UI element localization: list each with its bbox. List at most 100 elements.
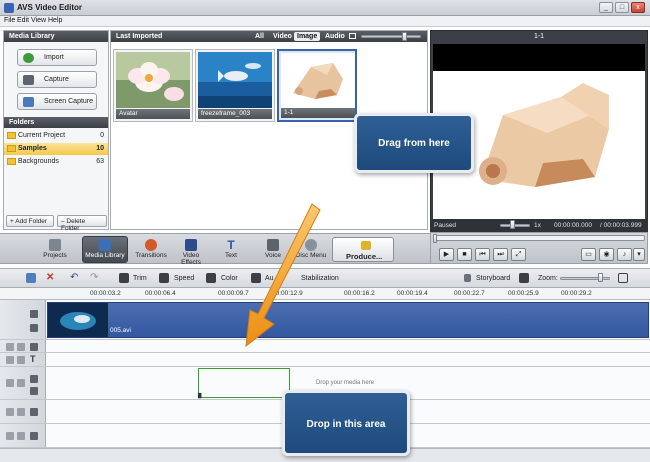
ruler-tick: 00:00:29.2 xyxy=(561,290,592,297)
play-button[interactable]: ▶ xyxy=(439,248,454,261)
media-library-button[interactable]: Media Library xyxy=(82,236,128,263)
avatar-thumbnail xyxy=(116,52,190,108)
playback-status: Paused xyxy=(434,222,457,229)
video-effects-button[interactable]: Video Effects xyxy=(172,236,210,266)
effects-icon xyxy=(185,239,197,251)
speed-button[interactable]: Speed xyxy=(174,275,194,282)
import-button[interactable]: Import xyxy=(17,49,97,66)
maximize-button[interactable]: □ xyxy=(615,2,629,13)
thumb-size-slider[interactable] xyxy=(361,35,421,38)
freezeframe-thumbnail xyxy=(198,52,272,108)
seek-handle[interactable] xyxy=(433,234,437,243)
fullscreen-button[interactable]: ⤢ xyxy=(511,248,526,261)
stop-button[interactable]: ■ xyxy=(457,248,472,261)
trim-button[interactable]: Trim xyxy=(133,275,147,282)
minimize-button[interactable]: _ xyxy=(599,2,613,13)
next-frame-button[interactable]: ⏭ xyxy=(493,248,508,261)
filter-video[interactable]: Video xyxy=(273,33,292,40)
screen-capture-label: Screen Capture xyxy=(44,98,94,105)
delete-icon[interactable]: ✕ xyxy=(46,273,56,283)
undo-icon[interactable]: ↶ xyxy=(70,273,80,283)
clip-label: 005.avi xyxy=(110,327,131,334)
transitions-label: Transitions xyxy=(135,252,167,259)
letterbox-top xyxy=(433,44,645,71)
zoom-label: Zoom: xyxy=(538,275,558,282)
menu-bar: File Edit View Help xyxy=(0,16,650,27)
eye-icon[interactable] xyxy=(6,343,14,351)
music-track-header xyxy=(0,424,46,447)
text-track-icon: T xyxy=(30,354,36,364)
view-icon[interactable] xyxy=(349,33,356,39)
drop-target-box[interactable] xyxy=(198,368,290,398)
timeline-view-icon[interactable] xyxy=(26,273,36,283)
folder-current-project[interactable]: Current Project 0 xyxy=(4,130,108,142)
add-folder-button[interactable]: + Add Folder xyxy=(6,215,54,227)
eye-icon[interactable] xyxy=(6,408,14,416)
transitions-button[interactable]: Transitions xyxy=(132,236,170,263)
media-item-label: freezeframe_003 xyxy=(198,109,272,119)
eye-icon[interactable] xyxy=(6,356,14,364)
lock-icon[interactable] xyxy=(17,432,25,440)
monitor-icon xyxy=(23,97,34,107)
media-item-label: Avatar xyxy=(116,109,190,119)
film-icon xyxy=(99,239,111,251)
menu-file[interactable]: File xyxy=(4,17,15,24)
effects-track-header xyxy=(0,340,46,352)
redo-icon[interactable]: ↷ xyxy=(90,273,100,283)
speed-value: 1x xyxy=(534,222,541,229)
playback-controls: ▶ ■ ⏮ ⏭ ⤢ ▭ ◉ ♪ ▾ xyxy=(430,232,648,264)
seek-bar[interactable] xyxy=(433,235,645,241)
storyboard-button[interactable]: Storyboard xyxy=(476,275,510,282)
folder-icon xyxy=(7,158,16,165)
window-title: AVS Video Editor xyxy=(17,3,83,12)
eye-icon[interactable] xyxy=(6,432,14,440)
ruler-tick: 00:00:22.7 xyxy=(454,290,485,297)
filter-audio[interactable]: Audio xyxy=(325,33,345,40)
media-item-1-1[interactable]: 1-1 xyxy=(277,49,357,122)
menu-help[interactable]: Help xyxy=(48,17,62,24)
trim-icon xyxy=(119,273,129,283)
filter-all[interactable]: All xyxy=(255,33,264,40)
music-track-icon xyxy=(30,432,38,440)
plus-icon xyxy=(23,53,34,63)
ruler-tick: 00:00:19.4 xyxy=(397,290,428,297)
folder-samples[interactable]: Samples 10 xyxy=(4,143,108,155)
thumb-size-handle[interactable] xyxy=(402,32,407,41)
close-button[interactable]: x xyxy=(631,2,645,13)
lock-icon[interactable] xyxy=(17,379,25,387)
text-track-header: T xyxy=(0,353,46,366)
zoom-handle[interactable] xyxy=(598,273,603,282)
title-bar: AVS Video Editor _ □ x xyxy=(0,0,650,16)
filter-image[interactable]: Image xyxy=(294,32,321,41)
fit-icon[interactable] xyxy=(618,273,628,283)
menu-edit[interactable]: Edit xyxy=(17,17,29,24)
drop-callout-text: Drop in this area xyxy=(306,419,386,430)
camera-icon xyxy=(23,75,34,85)
more-button[interactable]: ▾ xyxy=(633,248,645,261)
produce-button[interactable]: Produce... xyxy=(332,237,394,262)
speed-handle[interactable] xyxy=(510,220,515,229)
capture-button[interactable]: Capture xyxy=(17,71,97,88)
video-clip[interactable]: 005.avi xyxy=(47,302,649,338)
media-item-text: 1-1 xyxy=(284,109,294,116)
preview-title: 1-1 xyxy=(533,33,545,40)
volume-button[interactable]: ♪ xyxy=(617,248,632,261)
folder-backgrounds[interactable]: Backgrounds 63 xyxy=(4,156,108,168)
media-item-avatar[interactable]: Avatar xyxy=(113,49,193,122)
monitor-button[interactable]: ▭ xyxy=(581,248,596,261)
lock-icon[interactable] xyxy=(17,343,25,351)
lock-icon[interactable] xyxy=(17,408,25,416)
projects-button[interactable]: Projects xyxy=(36,236,74,263)
media-item-freezeframe[interactable]: freezeframe_003 xyxy=(195,49,275,122)
prev-frame-button[interactable]: ⏮ xyxy=(475,248,490,261)
folders-header: Folders xyxy=(4,117,108,128)
menu-view[interactable]: View xyxy=(31,17,46,24)
toggle-icon[interactable] xyxy=(519,273,529,283)
eye-icon[interactable] xyxy=(6,379,14,387)
delete-folder-button[interactable]: – Delete Folder xyxy=(57,215,107,232)
snapshot-button[interactable]: ◉ xyxy=(599,248,614,261)
speed-slider[interactable] xyxy=(500,224,530,227)
screen-capture-button[interactable]: Screen Capture xyxy=(17,93,97,110)
preview-status-bar: Paused 1x 00:00:00.000 / 00:00:03.999 xyxy=(430,219,648,232)
lock-icon[interactable] xyxy=(17,356,25,364)
